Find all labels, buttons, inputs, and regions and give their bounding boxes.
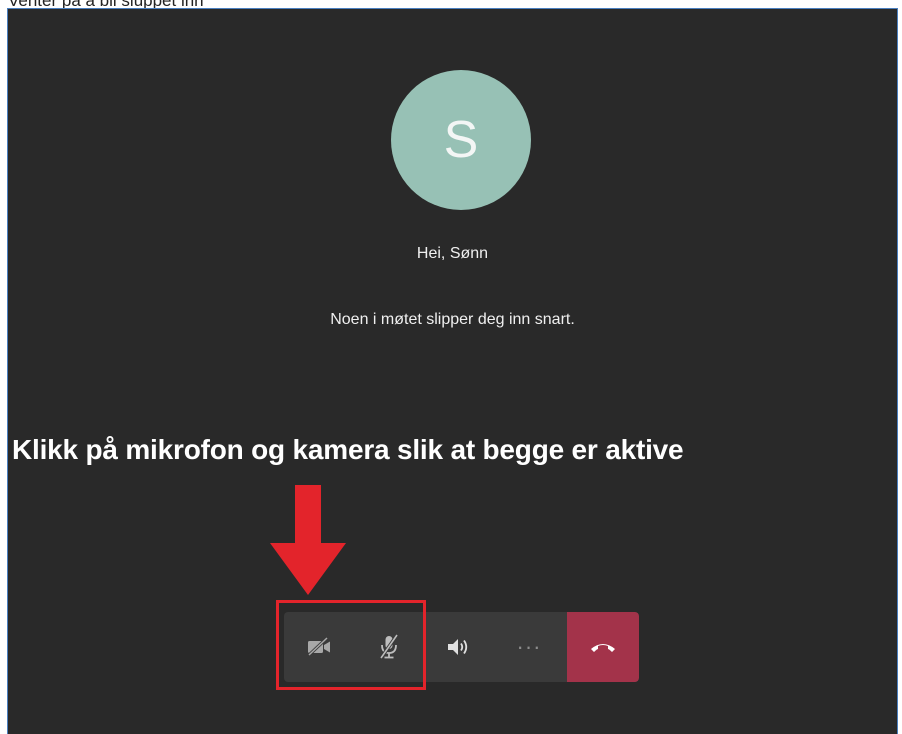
speaker-icon <box>448 639 468 655</box>
camera-toggle-button[interactable] <box>284 612 354 682</box>
more-icon: ··· <box>516 634 542 659</box>
camera-off-icon <box>307 637 330 657</box>
call-controls-toolbar: ··· <box>284 612 639 682</box>
instruction-annotation: Klikk på mikrofon og kamera slik at begg… <box>12 434 684 465</box>
microphone-toggle-button[interactable] <box>354 612 424 682</box>
hang-up-button[interactable] <box>567 612 639 682</box>
hang-up-icon <box>591 644 615 652</box>
meeting-lobby-window: S Hei, Sønn Noen i møtet slipper deg inn… <box>7 8 898 734</box>
more-options-button[interactable]: ··· <box>494 612 564 682</box>
microphone-off-icon <box>379 634 399 659</box>
speaker-button[interactable] <box>424 612 494 682</box>
waiting-message: Noen i møtet slipper deg inn snart. <box>330 311 575 328</box>
greeting-text: Hei, Sønn <box>416 245 489 262</box>
avatar: S <box>391 70 531 210</box>
red-arrow-annotation <box>270 485 346 595</box>
